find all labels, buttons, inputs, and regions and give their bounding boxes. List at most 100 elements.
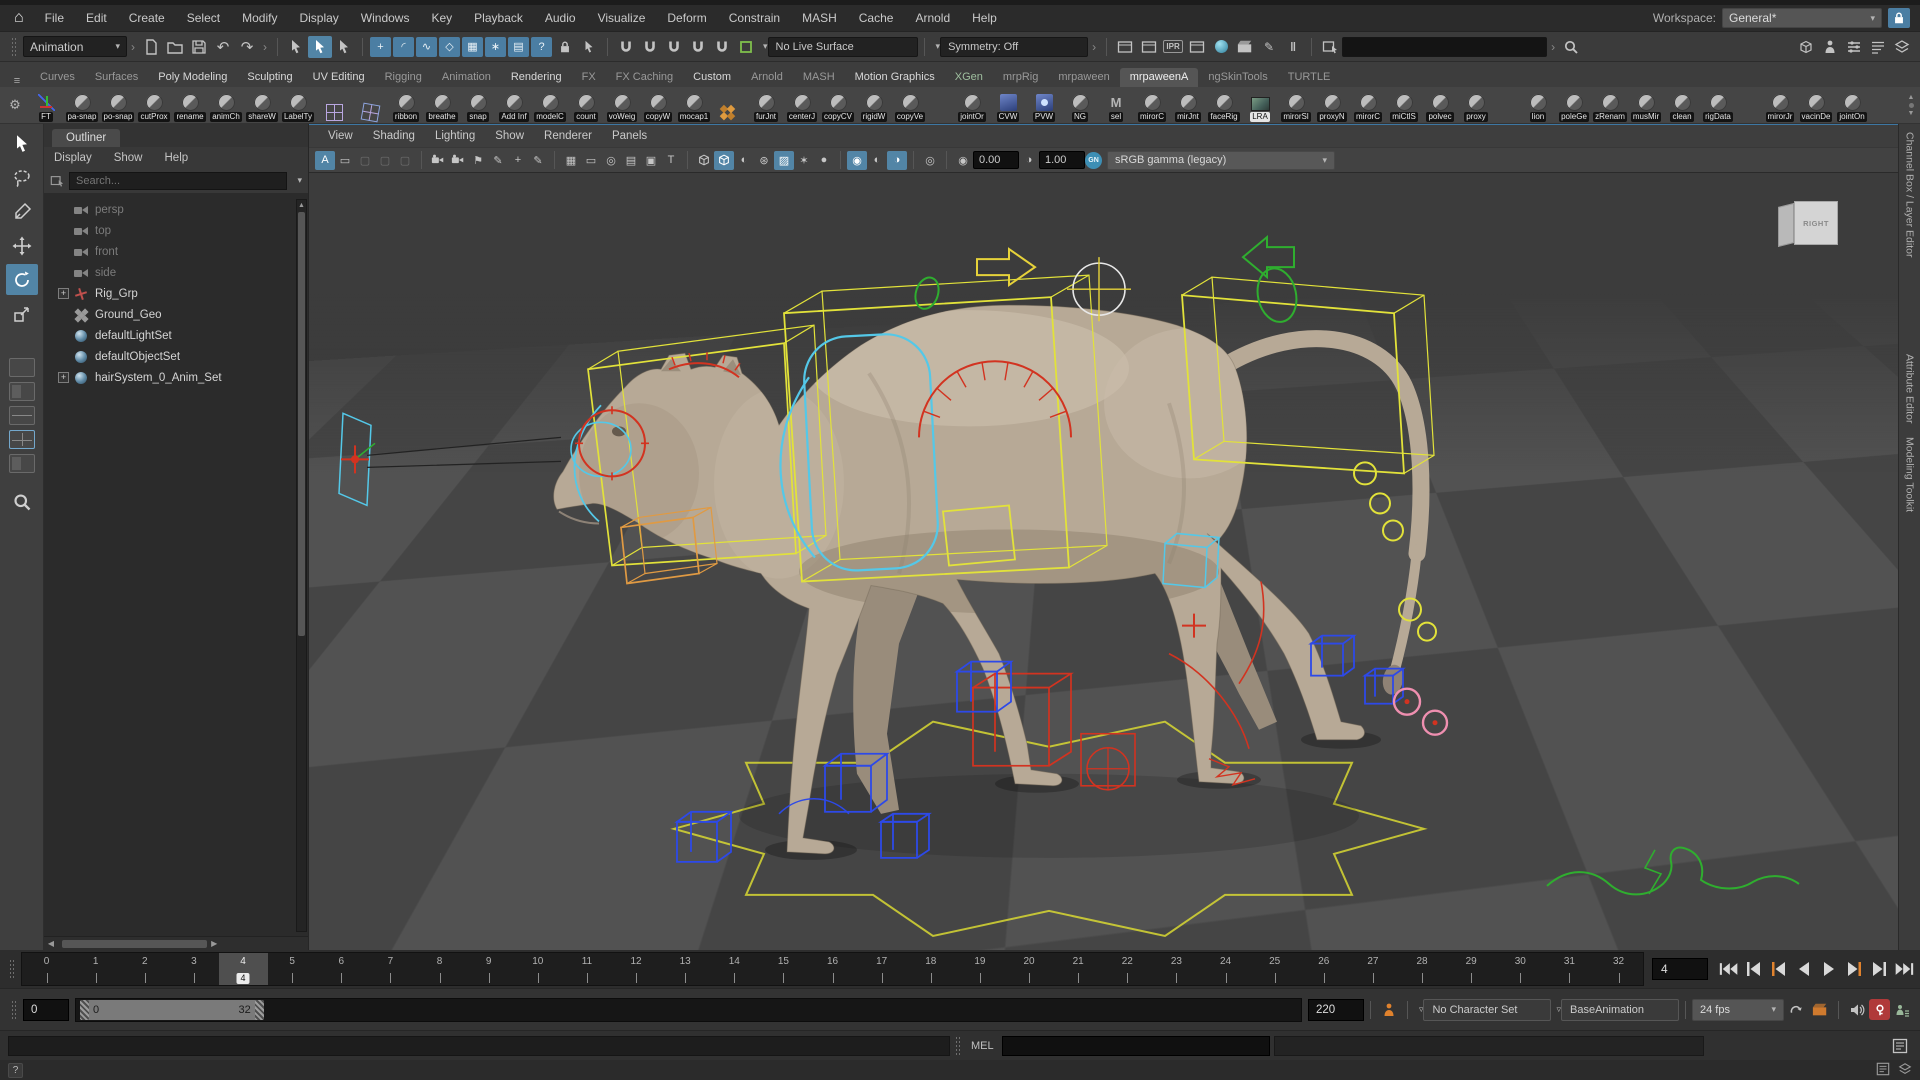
rig-face-joint-control[interactable]: [339, 413, 561, 505]
menu-modify[interactable]: Modify: [231, 11, 288, 25]
shelf-item-pa-snap[interactable]: pa-snap: [64, 88, 100, 122]
menu-help[interactable]: Help: [961, 11, 1008, 25]
outliner-item-rig-grp[interactable]: +Rig_Grp: [44, 283, 308, 304]
command-builder-icon[interactable]: [1876, 1062, 1890, 1079]
gear-icon[interactable]: ⚙: [2, 97, 28, 113]
help-icon[interactable]: ?: [8, 1063, 23, 1078]
shelf-item-copycv[interactable]: copyCV: [820, 88, 856, 122]
mask-curves-icon[interactable]: ◜: [393, 37, 414, 57]
shelf-item-mirorsl[interactable]: mirorSl: [1278, 88, 1314, 122]
timeline-frame-19[interactable]: 19: [955, 953, 1004, 985]
shelf-item-cvw[interactable]: CVW: [990, 88, 1026, 122]
timeline-frame-31[interactable]: 31: [1545, 953, 1594, 985]
shelf-tab-animation[interactable]: Animation: [432, 68, 501, 87]
mask-misc-icon[interactable]: ▤: [508, 37, 529, 57]
shelf-item-sharew[interactable]: shareW: [244, 88, 280, 122]
statusline-grip[interactable]: [11, 37, 18, 57]
collapse-arrow-icon[interactable]: ›: [1092, 40, 1096, 54]
scroll-up-icon[interactable]: ▲: [297, 200, 306, 211]
shelf-item-polvec[interactable]: polvec: [1422, 88, 1458, 122]
timeline-frame-27[interactable]: 27: [1348, 953, 1397, 985]
gamma-field[interactable]: 1.00: [1039, 151, 1085, 169]
shelf-item-facerig[interactable]: faceRig: [1206, 88, 1242, 122]
scroll-down-icon[interactable]: ▼: [1908, 110, 1915, 117]
timeline-frame-0[interactable]: 0: [22, 953, 71, 985]
shelf-tab-mrpaweena[interactable]: mrpaweenA: [1120, 68, 1199, 87]
dim-tool-icon[interactable]: ▢: [395, 151, 415, 170]
shelf-tab-turtle[interactable]: TURTLE: [1278, 68, 1341, 87]
command-language-label[interactable]: MEL: [971, 1040, 994, 1052]
shelf-item-clean[interactable]: clean: [1664, 88, 1700, 122]
hypershade-button[interactable]: [1209, 36, 1233, 58]
play-backwards-button[interactable]: [1791, 958, 1816, 980]
shelf-item-polege[interactable]: poleGe: [1556, 88, 1592, 122]
exposure-icon[interactable]: ◉: [953, 151, 973, 170]
shelf-item-animch[interactable]: animCh: [208, 88, 244, 122]
sidebar-tab-channel-box-layer-editor[interactable]: Channel Box / Layer Editor: [1904, 132, 1916, 258]
rig-pink-circles[interactable]: [1394, 689, 1447, 735]
chevron-down-icon[interactable]: ▾: [763, 41, 768, 52]
shelf-tab-ngskintools[interactable]: ngSkinTools: [1198, 68, 1277, 87]
layout-single-pane[interactable]: [9, 358, 35, 377]
shelf-item-ft[interactable]: FT: [28, 88, 64, 122]
shelf-item-snap[interactable]: snap: [460, 88, 496, 122]
dim-tool-icon[interactable]: ▢: [375, 151, 395, 170]
shelf-item-musmir[interactable]: musMir: [1628, 88, 1664, 122]
menu-key[interactable]: Key: [420, 11, 463, 25]
shadows-icon[interactable]: ●: [814, 151, 834, 170]
outliner-item-defaultobjectset[interactable]: defaultObjectSet: [44, 346, 308, 367]
shelf-item-zrenam[interactable]: zRenam: [1592, 88, 1628, 122]
menu-audio[interactable]: Audio: [534, 11, 587, 25]
anim-layer-select[interactable]: BaseAnimation: [1561, 999, 1679, 1021]
outliner-menu-help[interactable]: Help: [165, 152, 189, 164]
workspace-select[interactable]: General* ▾: [1722, 8, 1882, 28]
shelf-item-voweig[interactable]: voWeig: [604, 88, 640, 122]
bookmark-frame-icon[interactable]: ▭: [335, 151, 355, 170]
attribute-editor-toggle[interactable]: [1866, 36, 1890, 58]
search-icon[interactable]: [1559, 36, 1583, 58]
timeline-frame-28[interactable]: 28: [1398, 953, 1447, 985]
mask-other-icon[interactable]: ?: [531, 37, 552, 57]
shelf-tab-rigging[interactable]: Rigging: [375, 68, 432, 87]
menu-display[interactable]: Display: [288, 11, 349, 25]
render-current-frame-button[interactable]: [1137, 36, 1161, 58]
dim-tool-icon[interactable]: ▢: [355, 151, 375, 170]
outliner-search-input[interactable]: [69, 172, 287, 190]
shelf-item-proxyn[interactable]: proxyN: [1314, 88, 1350, 122]
motion-blur-icon[interactable]: ◐: [867, 151, 887, 170]
live-surface-field[interactable]: No Live Surface: [768, 37, 918, 57]
viewcube-left-face[interactable]: [1778, 203, 1794, 247]
viewport-canvas[interactable]: RIGHT: [309, 173, 1898, 950]
shelf-item-jointor[interactable]: jointOr: [954, 88, 990, 122]
menu-create[interactable]: Create: [118, 11, 176, 25]
exposure-field[interactable]: 0.00: [973, 151, 1019, 169]
timeline-frame-5[interactable]: 5: [268, 953, 317, 985]
timeline-frame-23[interactable]: 23: [1152, 953, 1201, 985]
timeline-frame-16[interactable]: 16: [808, 953, 857, 985]
commandline-grip[interactable]: [955, 1036, 962, 1056]
symmetry-field[interactable]: Symmetry: Off: [940, 37, 1088, 57]
shelf-item-cutprox[interactable]: cutProx: [136, 88, 172, 122]
shelf-item-breathe[interactable]: breathe: [424, 88, 460, 122]
shelf-scrollbar[interactable]: ▲ ▼: [1904, 94, 1918, 117]
select-camera-icon[interactable]: [428, 151, 448, 170]
shelf-item-rigidw[interactable]: rigidW: [856, 88, 892, 122]
save-scene-button[interactable]: [187, 36, 211, 58]
viewport-menu-shading[interactable]: Shading: [364, 130, 424, 142]
timeline-frame-8[interactable]: 8: [415, 953, 464, 985]
camera-attributes-icon[interactable]: A: [315, 151, 335, 170]
timeline-frame-6[interactable]: 6: [317, 953, 366, 985]
wireframe-on-shaded-icon[interactable]: ◐: [734, 151, 754, 170]
shelf-item-centerj[interactable]: centerJ: [784, 88, 820, 122]
expand-icon[interactable]: +: [58, 372, 69, 383]
workspace-lock-icon[interactable]: [1888, 8, 1910, 28]
shelf-menu-icon[interactable]: ≡: [4, 75, 30, 87]
select-tool[interactable]: [6, 128, 38, 159]
shelf-item-copyw[interactable]: copyW: [640, 88, 676, 122]
timeline-frame-17[interactable]: 17: [857, 953, 906, 985]
camera-bookmark-icon[interactable]: ⚑: [468, 151, 488, 170]
display-layers-toggle[interactable]: [1890, 36, 1914, 58]
shelf-tab-mrprig[interactable]: mrpRig: [993, 68, 1048, 87]
shelf-item-modelc[interactable]: modelC: [532, 88, 568, 122]
outliner-tab[interactable]: Outliner: [52, 129, 120, 147]
